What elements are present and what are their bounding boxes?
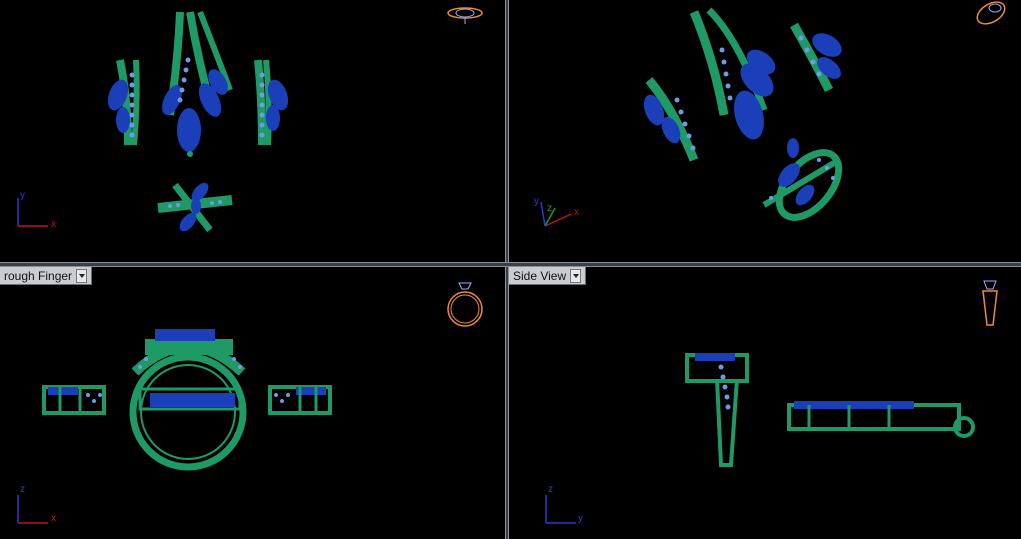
earring-right-model-perspective [790, 22, 842, 93]
viewport-splitter-horizontal[interactable] [0, 262, 1021, 267]
axis-indicator-front [17, 495, 48, 524]
pendant-model [162, 10, 233, 157]
view-gizmo[interactable] [447, 7, 483, 24]
viewport-bottom-right[interactable]: Side View z y [509, 267, 1021, 539]
pendant-side-model [685, 353, 749, 467]
viewport-top-right[interactable]: y z x [509, 0, 1021, 262]
axis-label-x: x [51, 219, 56, 230]
view-gizmo-front[interactable] [447, 282, 483, 327]
viewport-top-right-canvas [540, 0, 1009, 227]
viewport-top-left[interactable]: y x [0, 0, 505, 262]
earring-left-model [107, 59, 140, 146]
ring-front-model [129, 329, 247, 471]
ring-model-top [157, 182, 233, 233]
viewport-bottom-right-canvas [545, 280, 998, 524]
view-gizmo-perspective[interactable] [974, 0, 1009, 28]
view-gizmo-side[interactable] [982, 280, 998, 326]
axis-label-z: z [20, 484, 25, 495]
axis-indicator-side [545, 495, 576, 524]
viewport-bottom-left-canvas [17, 282, 483, 524]
axis-label-y: y [534, 196, 539, 207]
viewport-bottom-left[interactable]: rough Finger z x [0, 267, 505, 539]
axis-label-y: y [578, 513, 583, 524]
axis-indicator-perspective [540, 201, 572, 227]
earring-right-model [254, 59, 289, 146]
viewport-top-left-canvas [17, 7, 483, 233]
earring-left-side-model [42, 385, 106, 415]
ring-side-model [787, 401, 975, 438]
axis-label-x: x [574, 207, 579, 218]
pendant-model-perspective [689, 7, 776, 140]
ring-model-perspective [762, 138, 843, 221]
axis-label-z: z [547, 203, 552, 214]
earring-right-side-model [268, 385, 332, 415]
axis-label-x: x [51, 513, 56, 524]
earring-left-model-perspective [643, 77, 699, 162]
axis-indicator [17, 198, 48, 227]
axis-label-y: y [20, 190, 25, 201]
viewport-splitter-vertical[interactable] [505, 0, 509, 539]
axis-label-z: z [548, 484, 553, 495]
